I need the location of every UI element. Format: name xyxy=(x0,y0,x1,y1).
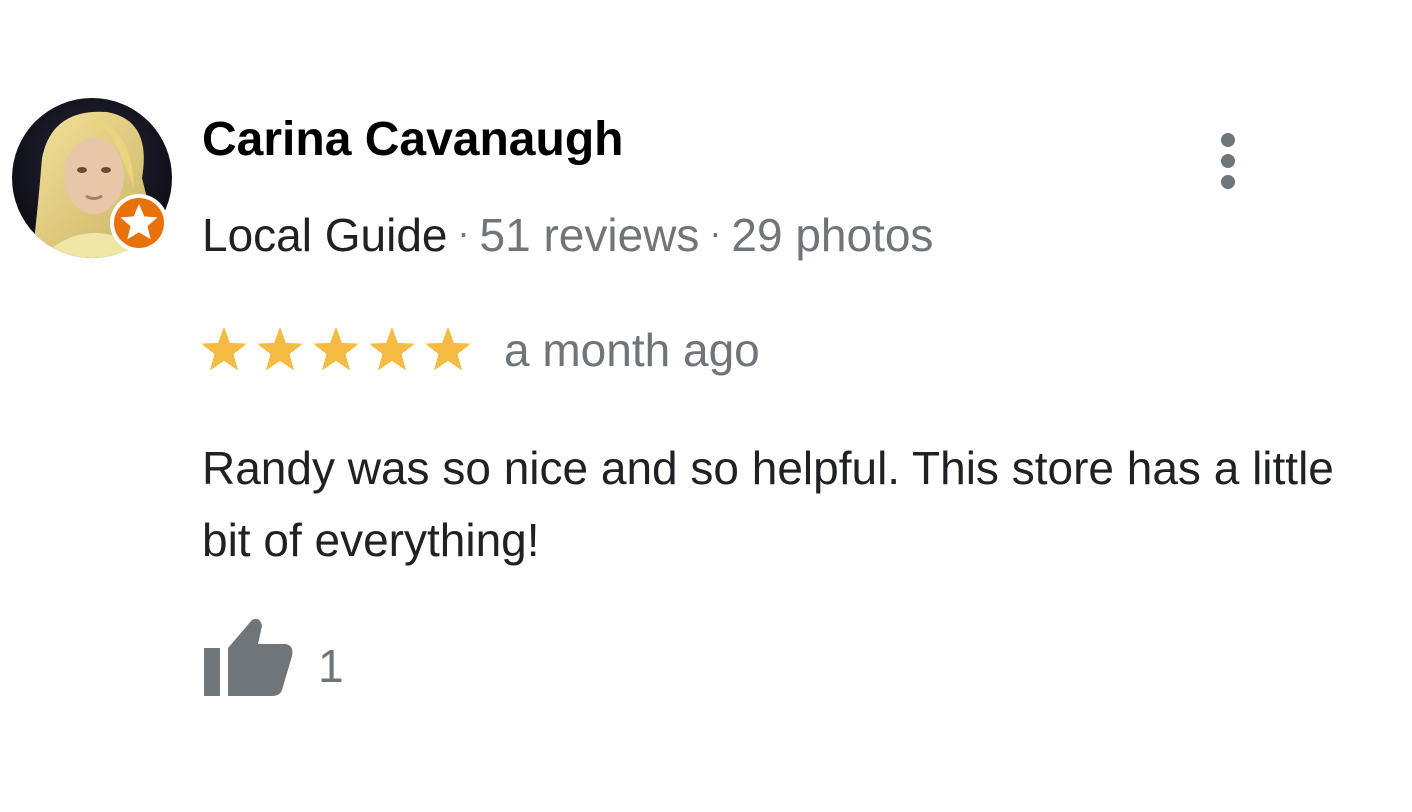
more-vertical-icon xyxy=(1221,133,1235,189)
reviewer-avatar[interactable] xyxy=(12,98,172,258)
star-icon xyxy=(257,327,303,371)
thumbs-up-icon xyxy=(204,618,293,696)
star-icon xyxy=(201,327,247,371)
review-text: Randy was so nice and so helpful. This s… xyxy=(202,442,1334,566)
meta-separator: · xyxy=(709,212,722,253)
star-rating xyxy=(201,327,471,371)
local-guide-label: Local Guide xyxy=(202,209,448,261)
star-icon xyxy=(425,327,471,371)
like-count: 1 xyxy=(318,640,344,692)
review-card: Carina Cavanaugh Local Guide · 51 reviews ·… xyxy=(0,0,1412,812)
meta-separator: · xyxy=(457,212,470,253)
reviewer-meta[interactable]: Local Guide · 51 reviews · 29 photos xyxy=(202,205,933,263)
local-guide-badge-icon xyxy=(110,194,168,252)
review-count: 51 reviews xyxy=(479,209,700,261)
review-date: a month ago xyxy=(504,324,760,376)
more-options-button[interactable] xyxy=(1200,128,1256,198)
reviewer-name[interactable]: Carina Cavanaugh xyxy=(202,112,623,168)
star-icon xyxy=(369,327,415,371)
photo-count: 29 photos xyxy=(731,209,934,261)
star-icon xyxy=(313,327,359,371)
